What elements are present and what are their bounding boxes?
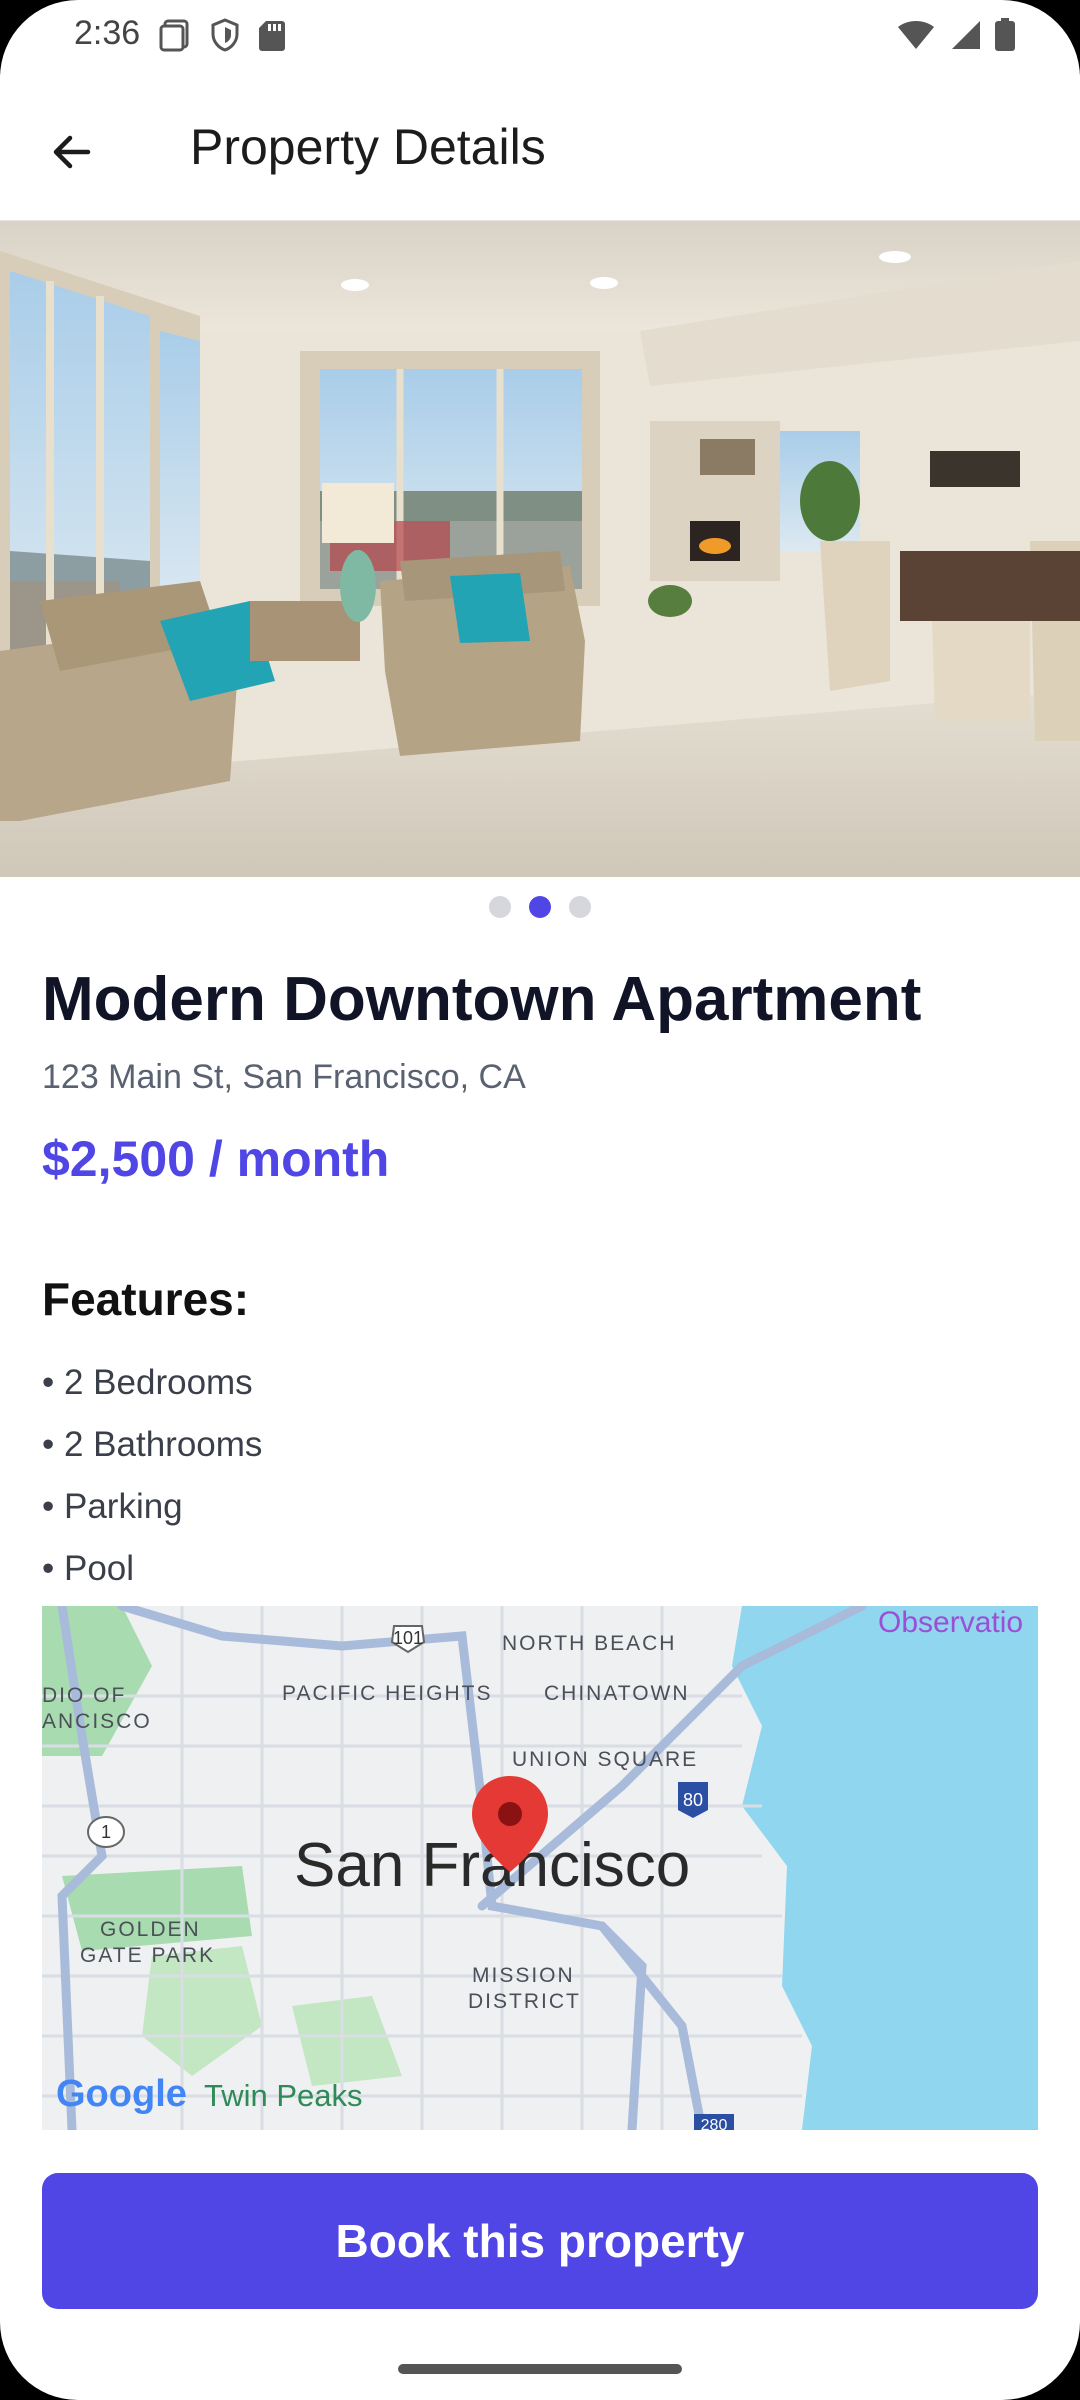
feature-item: • Parking bbox=[42, 1487, 183, 1526]
status-bar: 2:36 bbox=[0, 0, 1080, 74]
battery-icon bbox=[995, 18, 1015, 51]
location-map[interactable]: NORTH BEACH PACIFIC HEIGHTS CHINATOWN UN… bbox=[42, 1606, 1038, 2130]
map-label-pacific-heights: PACIFIC HEIGHTS bbox=[282, 1682, 492, 1705]
book-property-button[interactable]: Book this property bbox=[42, 2173, 1038, 2309]
interstate-280-label: 280 bbox=[701, 2117, 728, 2130]
map-label-mission: MISSION bbox=[472, 1964, 575, 1987]
living-room-photo bbox=[0, 221, 1080, 877]
shield-icon bbox=[211, 18, 239, 52]
feature-item: • 2 Bathrooms bbox=[42, 1425, 263, 1464]
map-label-chinatown: CHINATOWN bbox=[544, 1682, 690, 1705]
sd-card-icon bbox=[259, 21, 285, 51]
highway-1-label: 1 bbox=[101, 1822, 111, 1842]
wifi-icon bbox=[898, 21, 934, 49]
map-label-mission: DISTRICT bbox=[468, 1990, 581, 2013]
home-indicator[interactable] bbox=[398, 2364, 682, 2374]
property-address: 123 Main St, San Francisco, CA bbox=[42, 1058, 526, 1096]
interstate-80-label: 80 bbox=[683, 1790, 703, 1810]
map-label-presidio: ANCISCO bbox=[42, 1710, 152, 1733]
carousel-dot[interactable] bbox=[569, 896, 591, 918]
back-button[interactable] bbox=[34, 114, 110, 190]
google-logo: Google bbox=[56, 2073, 187, 2115]
property-price: $2,500 / month bbox=[42, 1131, 390, 1187]
map-label-twin-peaks: Twin Peaks bbox=[204, 2078, 363, 2113]
map-label-union-square: UNION SQUARE bbox=[512, 1748, 698, 1771]
signal-icon bbox=[952, 21, 980, 49]
carousel-dot-active[interactable] bbox=[529, 896, 551, 918]
page-title: Property Details bbox=[190, 119, 546, 175]
property-photo-carousel[interactable] bbox=[0, 221, 1080, 877]
screenshot-icon bbox=[159, 19, 189, 52]
status-time: 2:36 bbox=[74, 14, 141, 52]
features-list: • 2 Bedrooms • 2 Bathrooms • Parking • P… bbox=[42, 1360, 262, 1608]
features-heading: Features: bbox=[42, 1273, 250, 1325]
feature-item: • Pool bbox=[42, 1549, 135, 1588]
property-title: Modern Downtown Apartment bbox=[42, 965, 922, 1034]
map-label-presidio: DIO OF bbox=[42, 1684, 126, 1707]
map-label-golden-gate: GATE PARK bbox=[80, 1944, 215, 1967]
feature-item: • 2 Bedrooms bbox=[42, 1363, 253, 1402]
app-screen: 2:36 Property Details Modern Downtown Ap… bbox=[0, 0, 1080, 2400]
map-label-golden-gate: GOLDEN bbox=[100, 1918, 201, 1941]
highway-101-label: 101 bbox=[393, 1628, 423, 1648]
carousel-dot[interactable] bbox=[489, 896, 511, 918]
arrow-left-icon bbox=[53, 135, 91, 169]
map-label-observatory: Observatio bbox=[878, 1606, 1023, 1639]
carousel-indicator bbox=[0, 896, 1080, 920]
app-bar: Property Details bbox=[0, 74, 1080, 221]
map-label-north-beach: NORTH BEACH bbox=[502, 1632, 676, 1655]
